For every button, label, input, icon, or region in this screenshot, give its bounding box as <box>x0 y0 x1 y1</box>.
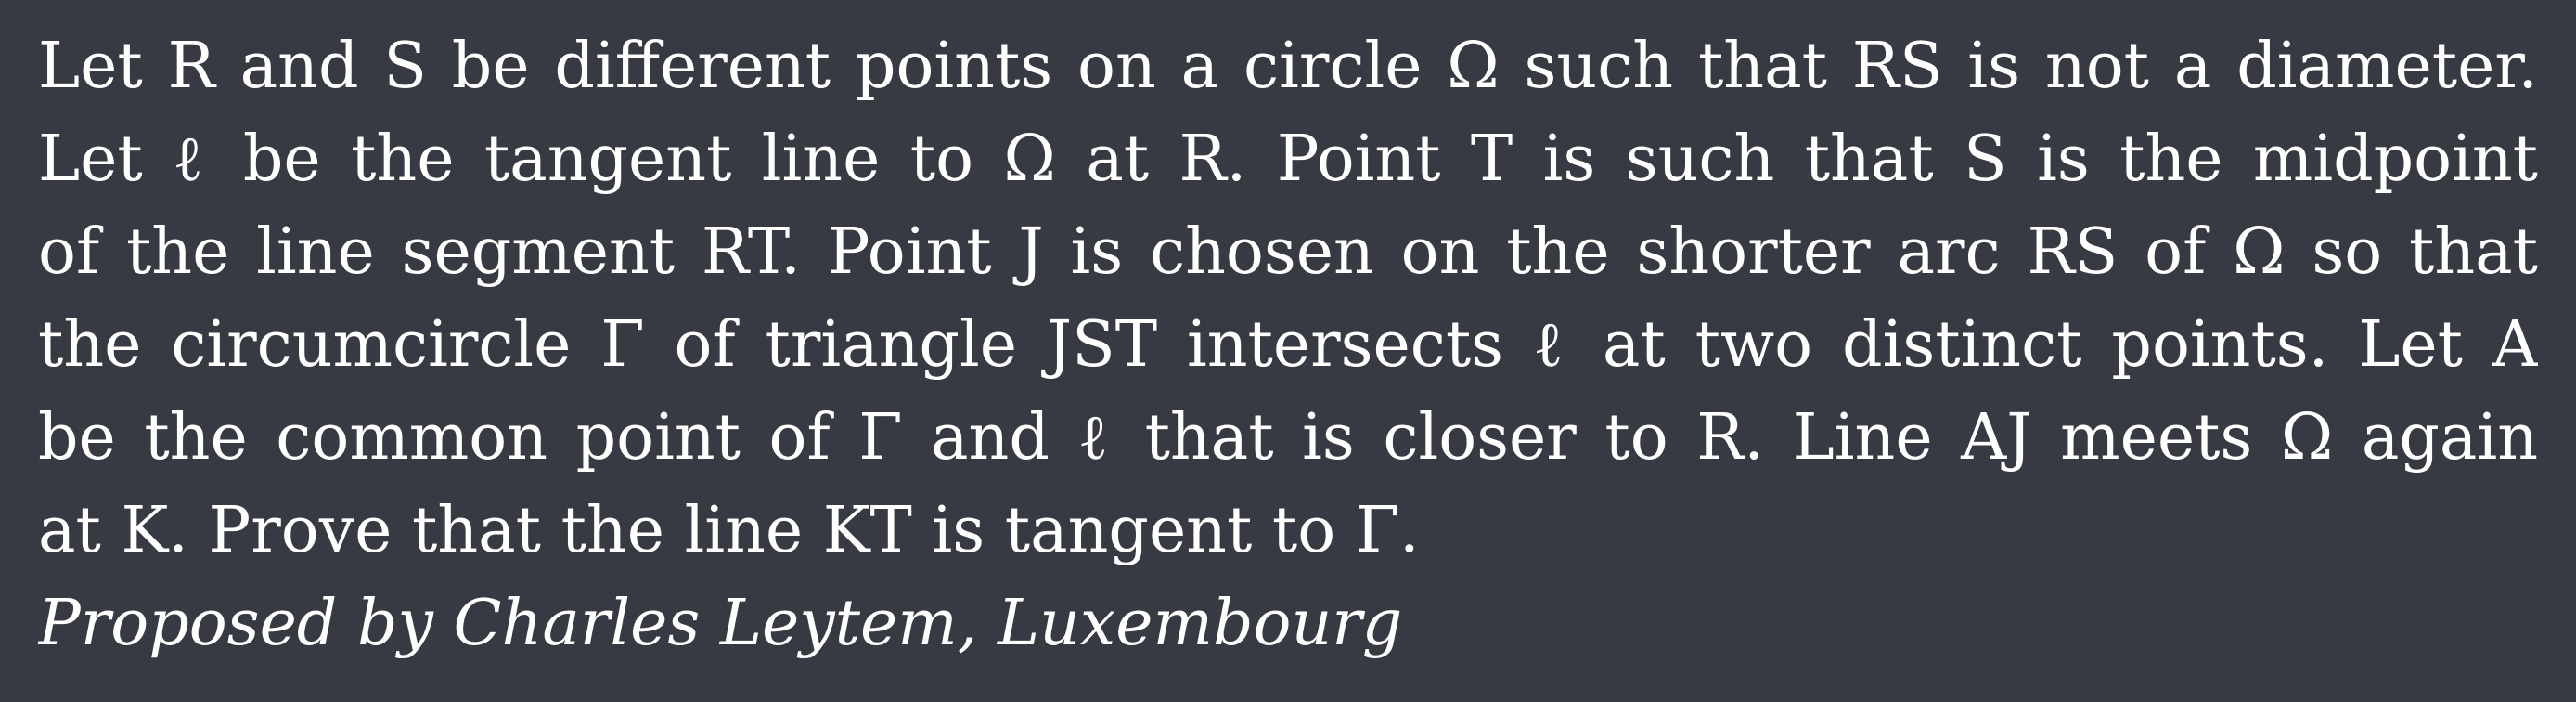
problem-line-3: of the line segment RT. Point J is chose… <box>38 215 2538 289</box>
problem-line-6: at K. Prove that the line KT is tangent … <box>38 494 1420 567</box>
problem-line-1: Let R and S be different points on a cir… <box>38 30 2538 103</box>
problem-line-4: the circumcircle Γ of triangle JST inter… <box>38 308 2538 382</box>
problem-line-2: Let ℓ be the tangent line to Ω at R. Poi… <box>38 123 2538 196</box>
problem-attribution: Proposed by Charles Leytem, Luxembourg <box>38 587 1403 660</box>
problem-line-5: be the common point of Γ and ℓ that is c… <box>38 401 2538 474</box>
problem-statement: Let R and S be different points on a cir… <box>38 20 2538 670</box>
